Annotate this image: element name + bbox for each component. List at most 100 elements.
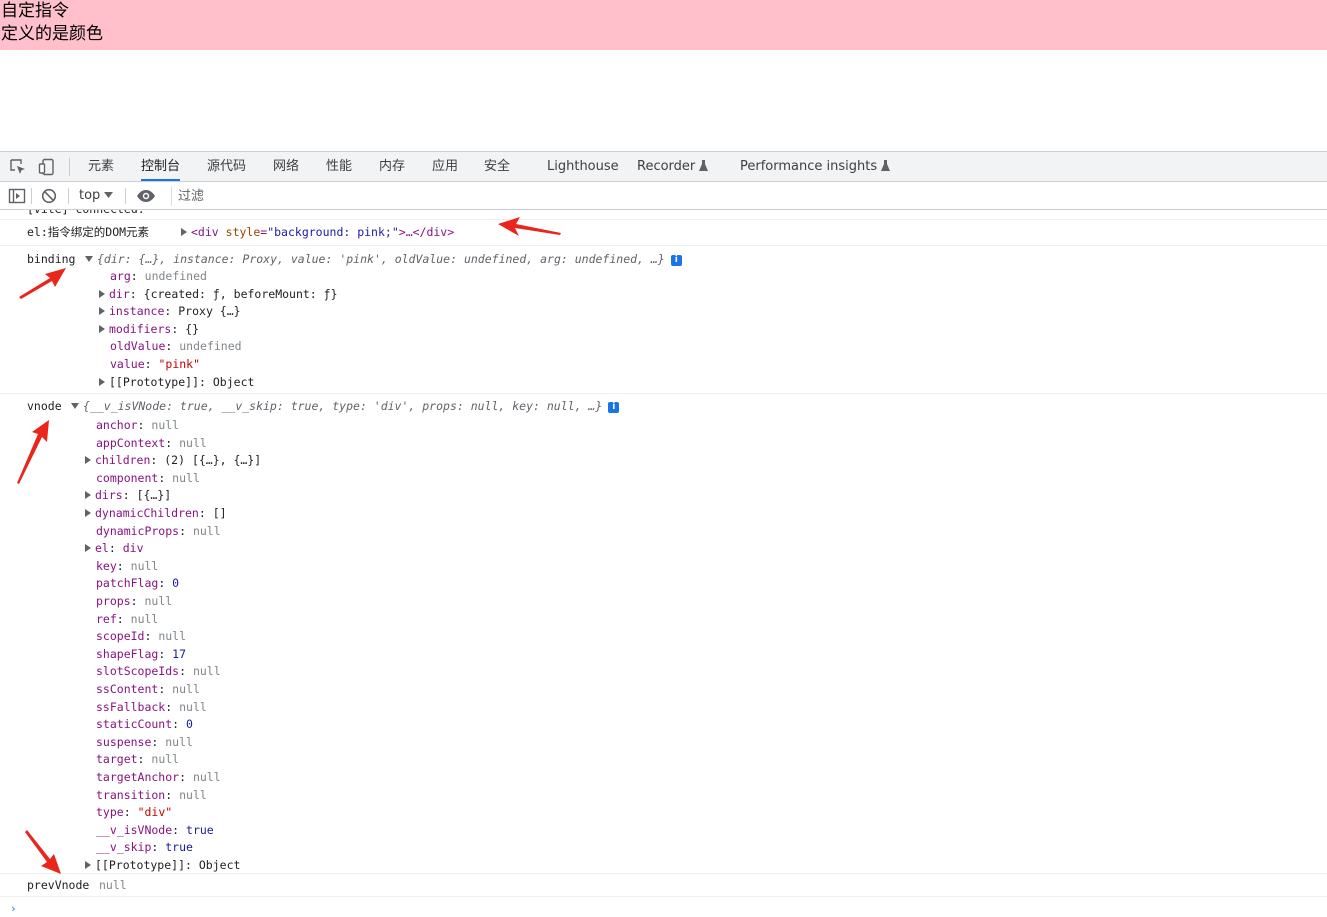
property-row: key: null	[96, 558, 159, 573]
flask-icon	[699, 159, 709, 174]
console-value: null	[99, 878, 127, 892]
sidebar-toggle-icon[interactable]	[8, 187, 26, 205]
property-row: target: null	[96, 752, 180, 767]
console-message-vnode: vnode {__v_isVNode: true, __v_skip: true…	[0, 394, 1327, 874]
context-select[interactable]: top	[79, 187, 114, 205]
property-row[interactable]: el: div	[85, 540, 144, 557]
property-key: scopeId	[96, 629, 145, 644]
toolbar-divider	[125, 188, 126, 204]
property-value: null	[158, 629, 187, 644]
property-value: null	[179, 787, 207, 802]
property-key: props	[96, 594, 131, 608]
device-toolbar-icon[interactable]	[38, 158, 56, 176]
property-key: slotScopeIds	[96, 664, 180, 679]
expand-triangle-icon	[85, 509, 91, 517]
property-value: Proxy {…}	[178, 304, 241, 319]
property-row[interactable]: [[Prototype]]: Object	[99, 374, 254, 391]
property-key: targetAnchor	[96, 770, 180, 784]
tab-security[interactable]: 安全	[484, 152, 510, 181]
tabbar-divider	[69, 158, 70, 176]
expand-triangle-icon	[85, 861, 91, 869]
property-key: arg	[110, 269, 131, 283]
tab-console[interactable]: 控制台	[141, 152, 181, 181]
console-toolbar: top	[0, 182, 1327, 210]
console-text: [vite] connected.	[27, 210, 145, 218]
property-key: [[Prototype]]	[109, 374, 200, 389]
object-preview[interactable]: {__v_isVNode: true, __v_skip: true, type…	[71, 398, 620, 415]
tab-elements[interactable]: 元素	[88, 152, 114, 181]
property-row[interactable]: dynamicChildren: []	[85, 505, 227, 522]
property-key: ssFallback	[96, 699, 166, 714]
property-row[interactable]: instance: Proxy {…}	[99, 303, 241, 320]
property-row[interactable]: dirs: [{…}]	[85, 487, 171, 504]
tab-performance[interactable]: 性能	[326, 152, 352, 181]
property-value: null	[192, 770, 221, 784]
tab-application[interactable]: 应用	[432, 152, 458, 181]
property-row: dynamicProps: null	[96, 523, 221, 538]
property-row: anchor: null	[96, 418, 180, 432]
tab-recorder[interactable]: Recorder	[637, 152, 709, 181]
property-key: anchor	[96, 418, 138, 432]
toolbar-divider	[68, 188, 69, 204]
property-row: __v_skip: true	[96, 840, 193, 855]
object-preview[interactable]: {dir: {…}, instance: Proxy, value: 'pink…	[85, 251, 682, 268]
property-value: null	[144, 594, 173, 608]
property-row: props: null	[96, 594, 173, 608]
property-row[interactable]: dir: {created: ƒ, beforeMount: ƒ}	[99, 286, 338, 303]
page-text-line-2: 定义的是颜色	[1, 24, 103, 44]
property-key: component	[96, 470, 159, 485]
property-row: appContext: null	[96, 435, 207, 450]
property-key: __v_isVNode	[96, 822, 173, 837]
property-row: value: "pink"	[110, 357, 201, 371]
property-row: ssContent: null	[96, 682, 200, 696]
property-row[interactable]: children: (2) [{…}, {…}]	[85, 452, 261, 469]
property-row: oldValue: undefined	[110, 339, 242, 354]
info-icon[interactable]: i	[608, 402, 620, 413]
devtools-tab-bar: 元素 控制台 源代码 网络 性能 内存 应用 安全 Lighthouse Rec…	[0, 151, 1327, 182]
property-value: null	[179, 435, 207, 450]
console-prompt-icon[interactable]: ›	[10, 902, 17, 915]
property-key: dynamicProps	[96, 523, 180, 538]
tab-memory[interactable]: 内存	[379, 152, 405, 181]
property-key: transition	[96, 787, 166, 802]
property-row[interactable]: [[Prototype]]: Object	[85, 857, 240, 874]
tab-sources[interactable]: 源代码	[207, 152, 246, 181]
property-row: ref: null	[96, 611, 159, 626]
tag-rest: >…</div>	[398, 225, 455, 239]
property-key: dir	[109, 286, 130, 301]
dom-element-node[interactable]: <div style="background: pink;">…</div>	[181, 224, 454, 241]
tab-performance-insights[interactable]: Performance insights	[740, 152, 891, 181]
tab-network[interactable]: 网络	[273, 152, 299, 181]
expand-triangle-icon	[99, 377, 105, 386]
property-value: undefined	[179, 339, 242, 354]
eye-icon[interactable]	[136, 187, 156, 205]
property-key: appContext	[96, 435, 166, 450]
expand-triangle-icon	[99, 307, 105, 316]
property-value: {}	[185, 321, 200, 336]
dropdown-caret-icon	[104, 188, 114, 203]
clear-console-icon[interactable]	[40, 187, 58, 205]
property-row[interactable]: modifiers: {}	[99, 321, 199, 338]
object-preview-text: {dir: {…}, instance: Proxy, value: 'pink…	[97, 252, 665, 266]
tab-performance-insights-label: Performance insights	[740, 159, 878, 174]
property-key: el	[95, 541, 109, 556]
property-row: transition: null	[96, 787, 207, 802]
info-icon[interactable]: i	[670, 255, 682, 266]
property-key: type	[96, 805, 124, 820]
property-value: null	[172, 682, 200, 696]
property-value: null	[192, 664, 221, 679]
property-key: key	[96, 558, 117, 573]
expand-triangle-icon	[99, 324, 105, 333]
console-label: vnode	[27, 399, 62, 413]
property-value: Object	[198, 858, 241, 872]
property-value: null	[151, 752, 180, 767]
tab-lighthouse[interactable]: Lighthouse	[547, 152, 619, 181]
expand-triangle-icon	[181, 228, 187, 236]
console-filter-input[interactable]	[171, 186, 1327, 206]
inspect-element-icon[interactable]	[9, 158, 27, 176]
property-value: 0	[186, 717, 193, 732]
property-row: arg: undefined	[110, 269, 207, 283]
property-key: shapeFlag	[96, 646, 159, 661]
property-row: __v_isVNode: true	[96, 822, 214, 837]
property-value: []	[212, 506, 227, 520]
